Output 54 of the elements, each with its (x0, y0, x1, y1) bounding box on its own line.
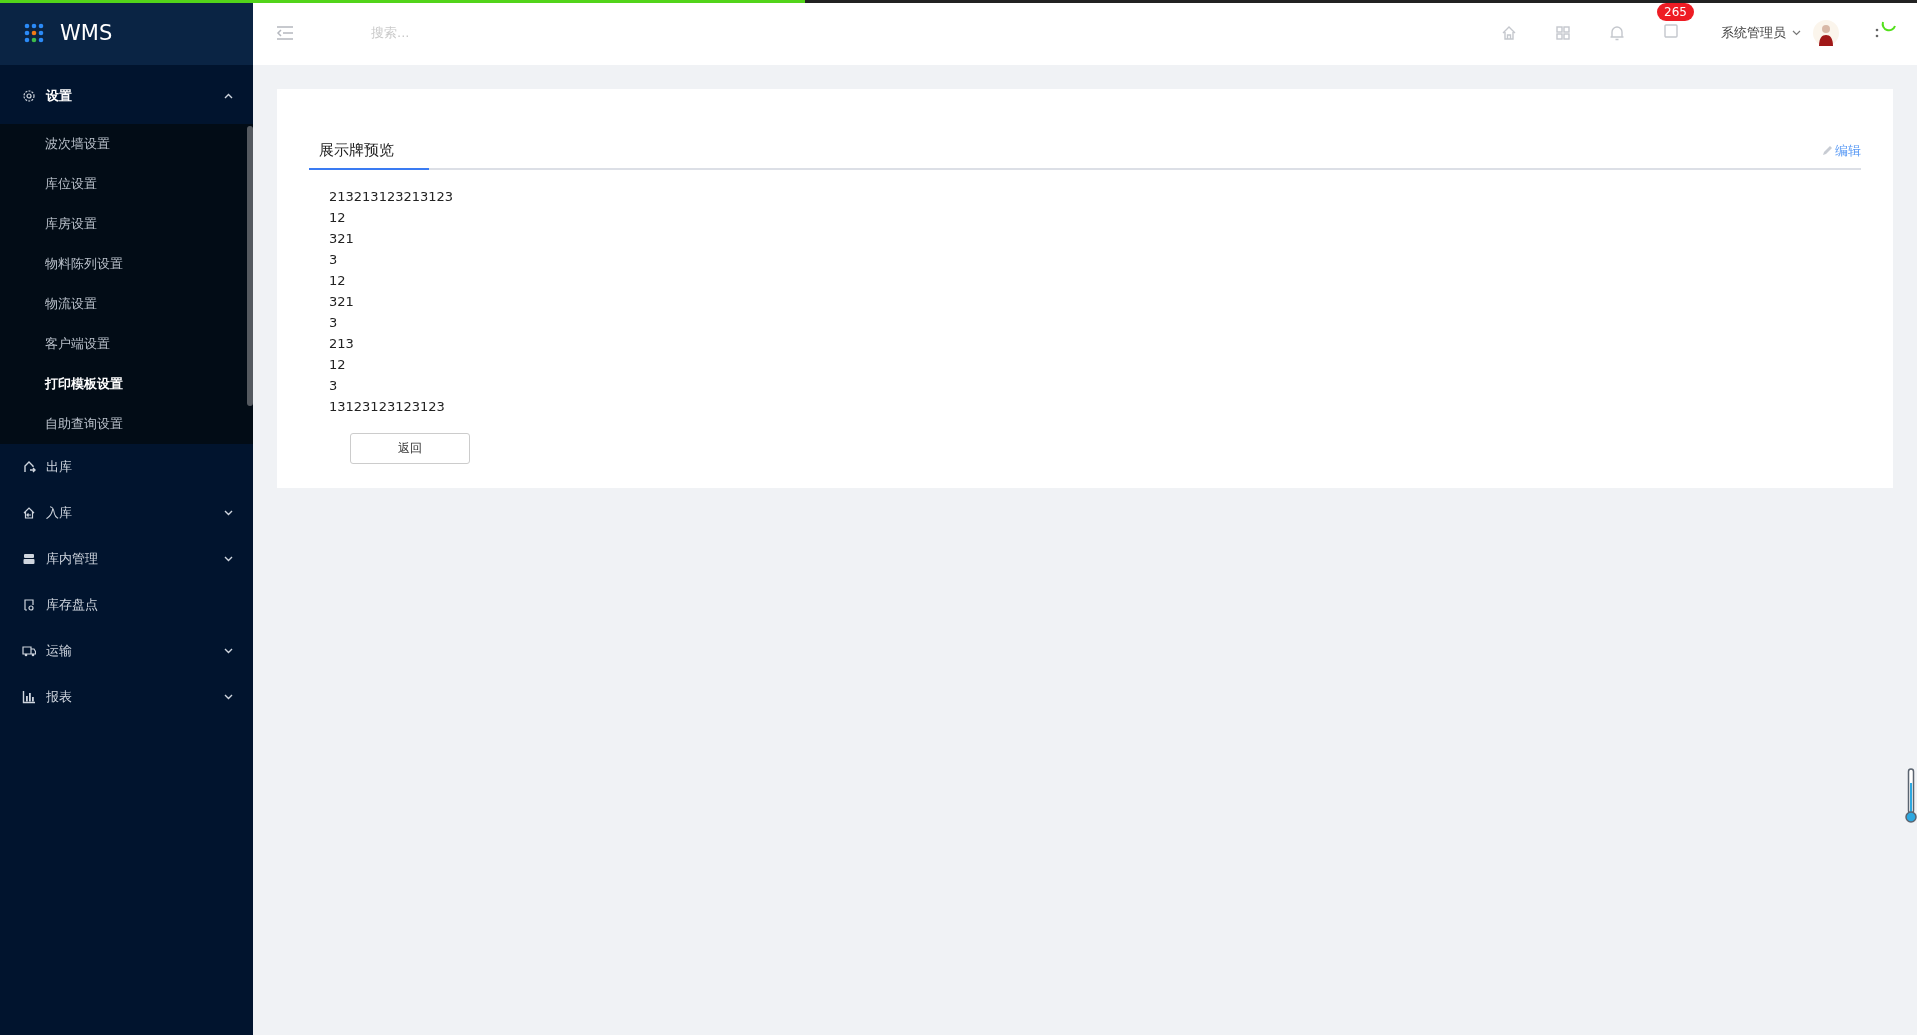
bar-chart-icon (22, 690, 36, 704)
chevron-down-icon (224, 694, 233, 700)
loading-spinner-icon (1881, 20, 1897, 34)
menu-item[interactable]: 库存盘点 (0, 582, 253, 628)
chevron-up-icon (224, 92, 233, 99)
app-title: WMS (60, 20, 113, 45)
submenu-item[interactable]: 库位设置 (0, 164, 245, 204)
submenu-item[interactable]: 库房设置 (0, 204, 245, 244)
chevron-down-icon (224, 510, 233, 516)
chevron-down-icon (224, 648, 233, 654)
document-search-icon (22, 598, 36, 612)
menu-item[interactable]: 出库 (0, 444, 253, 490)
menu-item[interactable]: 运输 (0, 628, 253, 674)
house-arrow-icon (22, 460, 36, 474)
submenu-item[interactable]: 物流设置 (0, 284, 245, 324)
text-line: 12 (329, 356, 347, 374)
text-line: 12 (329, 209, 347, 227)
menu-icon[interactable] (276, 25, 294, 40)
grid-icon[interactable] (1555, 24, 1571, 41)
text-line: 213213123213123 (329, 188, 454, 206)
drawer-icon (22, 552, 36, 566)
scrollbar[interactable] (247, 126, 253, 406)
chevron-down-icon (224, 556, 233, 562)
thermometer-icon (1905, 768, 1917, 824)
menu-item[interactable]: 入库 (0, 490, 253, 536)
text-line: 321 (329, 293, 355, 311)
gear-icon (22, 88, 36, 103)
menu-item[interactable]: 库内管理 (0, 536, 253, 582)
submenu-item[interactable]: 打印模板设置 (0, 364, 245, 404)
text-line: 12 (329, 272, 347, 290)
text-line: 3 (329, 377, 339, 395)
submenu-item[interactable]: 自助查询设置 (0, 404, 245, 444)
avatar-icon[interactable] (1813, 19, 1839, 46)
home-icon[interactable] (1501, 24, 1517, 41)
house-arrow-icon (22, 506, 36, 520)
preview-tab[interactable]: 展示牌预览 (309, 133, 429, 170)
truck-icon (22, 644, 36, 658)
text-line: 321 (329, 230, 355, 248)
text-line: 13123123123123 (329, 398, 446, 416)
menu-item[interactable]: 设置 (0, 67, 253, 124)
submenu-item[interactable]: 物料陈列设置 (0, 244, 245, 284)
text-line: 3 (329, 314, 339, 332)
back-button[interactable]: 返回 (350, 433, 470, 464)
bell-icon[interactable] (1609, 24, 1625, 41)
user-name[interactable]: 系统管理员 (1721, 23, 1786, 42)
text-line: 213 (329, 335, 355, 353)
pencil-icon (1822, 145, 1833, 156)
message-icon[interactable] (1663, 22, 1679, 39)
submenu-item[interactable]: 波次墙设置 (0, 124, 245, 164)
menu-item[interactable]: 报表 (0, 674, 253, 720)
caret-icon[interactable] (1792, 29, 1801, 36)
submenu-item[interactable]: 客户端设置 (0, 324, 245, 364)
text-line: 3 (329, 251, 339, 269)
dot-grid-icon (24, 22, 44, 43)
